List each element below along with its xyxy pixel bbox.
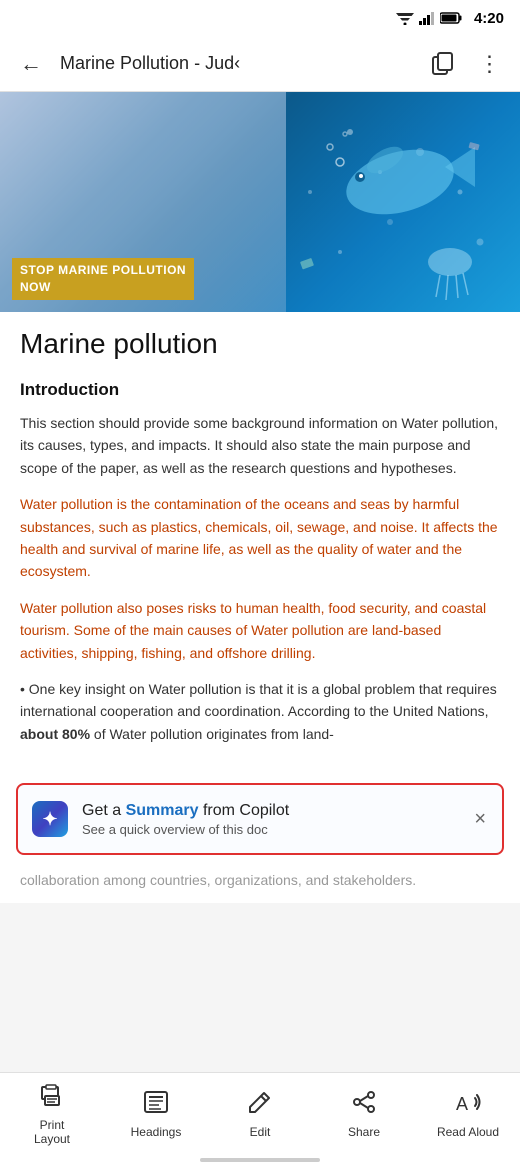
intro-body-text: This section should provide some backgro… bbox=[20, 412, 500, 479]
toolbar-print-layout[interactable]: PrintLayout bbox=[0, 1073, 104, 1146]
svg-text:A: A bbox=[456, 1094, 468, 1114]
read-aloud-icon: A bbox=[454, 1088, 482, 1121]
copy-icon[interactable] bbox=[426, 46, 462, 82]
share-label: Share bbox=[348, 1125, 380, 1139]
nav-bar: ← Marine Pollution - Jud‹ ⋮ bbox=[0, 36, 520, 92]
document-title-nav: Marine Pollution - Jud‹ bbox=[60, 53, 416, 74]
highlighted-para-1: Water pollution is the contamination of … bbox=[20, 493, 500, 583]
battery-icon bbox=[440, 12, 462, 24]
print-layout-label: PrintLayout bbox=[34, 1118, 70, 1147]
highlighted-para-2: Water pollution also poses risks to huma… bbox=[20, 597, 500, 664]
stop-banner: STOP MARINE POLLUTIONNOW bbox=[12, 258, 194, 300]
main-content: STOP MARINE POLLUTIONNOW Marine pollutio… bbox=[0, 92, 520, 903]
status-time: 4:20 bbox=[474, 10, 504, 27]
home-indicator bbox=[200, 1158, 320, 1162]
share-icon bbox=[350, 1088, 378, 1121]
edit-icon bbox=[246, 1088, 274, 1121]
more-options-icon[interactable]: ⋮ bbox=[472, 46, 508, 82]
svg-text:✦: ✦ bbox=[42, 809, 57, 829]
copilot-main-text: Get a Summary from Copilot bbox=[82, 802, 458, 820]
read-aloud-label: Read Aloud bbox=[437, 1125, 499, 1139]
toolbar-share[interactable]: Share bbox=[312, 1073, 416, 1146]
status-bar: 4:20 bbox=[0, 0, 520, 36]
toolbar-read-aloud[interactable]: A Read Aloud bbox=[416, 1073, 520, 1146]
toolbar-headings[interactable]: Headings bbox=[104, 1073, 208, 1146]
copilot-sub-text: See a quick overview of this doc bbox=[82, 822, 458, 837]
copilot-icon: ✦ bbox=[30, 799, 70, 839]
document-main-title: Marine pollution bbox=[20, 328, 500, 360]
copilot-banner[interactable]: ✦ Get a Summary from Copilot See a quick… bbox=[16, 783, 504, 855]
copilot-summary-link[interactable]: Summary bbox=[126, 802, 199, 819]
toolbar-edit[interactable]: Edit bbox=[208, 1073, 312, 1146]
back-button[interactable]: ← bbox=[12, 47, 50, 81]
bullet-para: • One key insight on Water pollution is … bbox=[20, 678, 500, 745]
print-layout-icon bbox=[38, 1081, 66, 1114]
headings-icon bbox=[142, 1088, 170, 1121]
copilot-close-button[interactable]: × bbox=[470, 804, 490, 835]
signal-icon bbox=[419, 11, 435, 25]
intro-heading: Introduction bbox=[20, 380, 500, 400]
bold-percentage: about 80% bbox=[20, 726, 90, 742]
document-body: Marine pollution Introduction This secti… bbox=[0, 312, 520, 775]
status-icons bbox=[396, 11, 462, 25]
bottom-toolbar: PrintLayout Headings Edit bbox=[0, 1072, 520, 1162]
document-header-image: STOP MARINE POLLUTIONNOW bbox=[0, 92, 520, 312]
edit-label: Edit bbox=[250, 1125, 271, 1139]
wifi-icon bbox=[396, 11, 414, 25]
copilot-text-block: Get a Summary from Copilot See a quick o… bbox=[82, 802, 458, 837]
faded-continuation-text: collaboration among countries, organizat… bbox=[0, 863, 520, 903]
headings-label: Headings bbox=[131, 1125, 182, 1139]
